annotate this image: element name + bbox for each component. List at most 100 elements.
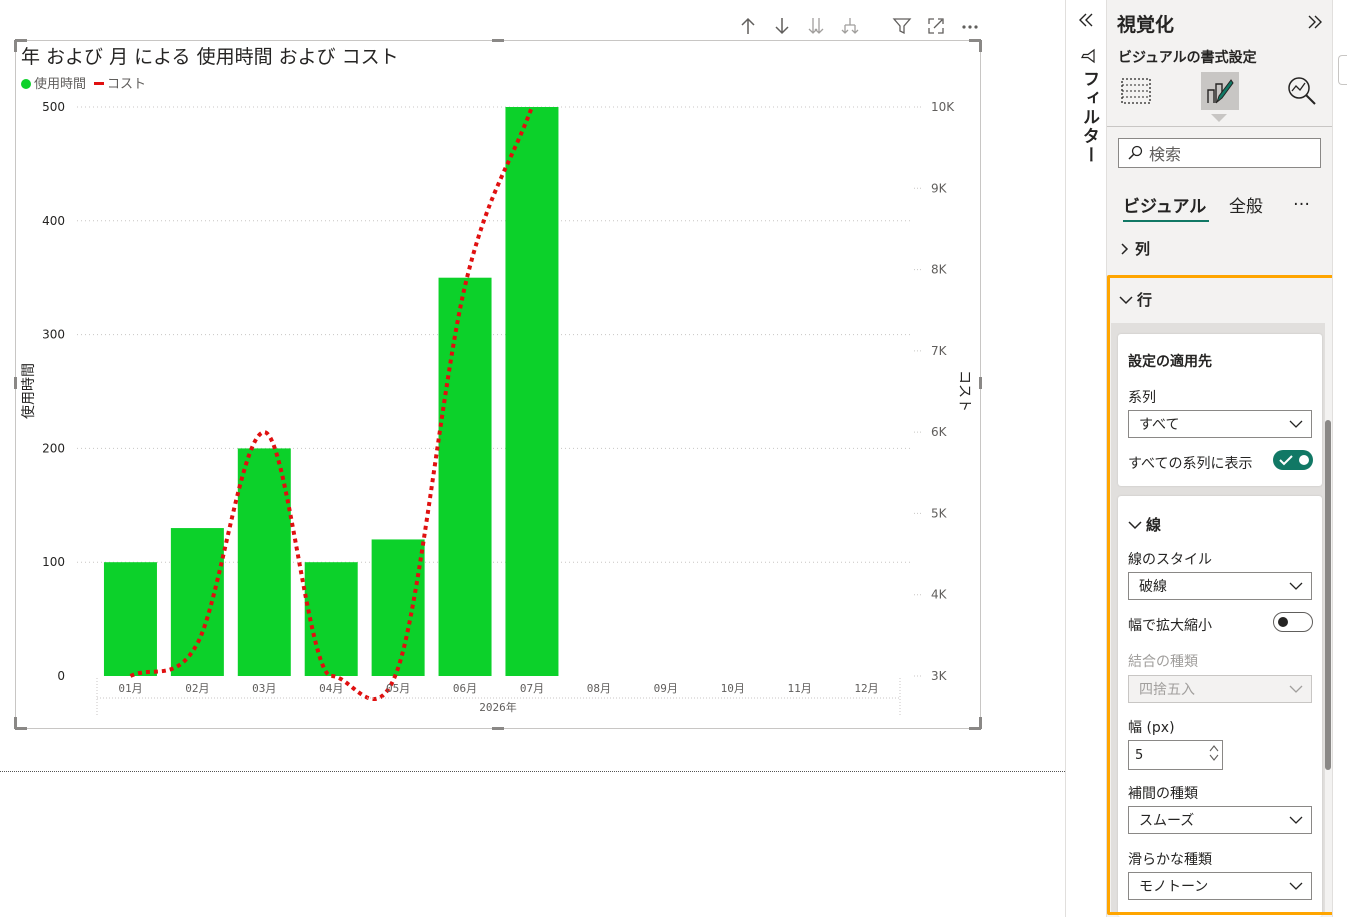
pane-divider [1107, 126, 1333, 127]
card-heading: 設定の適用先 [1128, 354, 1212, 370]
toggle-knob [1278, 617, 1288, 627]
bar[interactable] [237, 448, 291, 676]
search-input[interactable]: 検索 [1118, 138, 1321, 168]
dropdown-value: スムーズ [1139, 813, 1195, 829]
line-style-dropdown[interactable]: 破線 [1128, 572, 1312, 600]
search-icon [1128, 145, 1143, 160]
bar[interactable] [170, 528, 224, 676]
filter-pane-label[interactable]: フィルター [1077, 70, 1102, 165]
selected-indicator [1211, 114, 1227, 122]
more-options-icon[interactable]: … [1293, 190, 1310, 210]
data-pane-tab[interactable] [1338, 55, 1347, 85]
line-style-label: 線のスタイル [1128, 552, 1212, 568]
pane-title: 視覚化 [1117, 14, 1175, 36]
x-tick-label: 07月 [520, 682, 544, 695]
stepper-arrows[interactable] [1209, 744, 1219, 762]
combo-chart: 0 100 200 300 400 500 3K 4K 5K 6K 7K 8K 9K 10K 01月 02… [20, 100, 972, 716]
x-tick-label: 11月 [788, 682, 812, 695]
filter-icon [1080, 48, 1096, 68]
section-label: 行 [1137, 291, 1153, 309]
section-label: 線 [1146, 516, 1162, 534]
width-stepper[interactable]: 5 [1128, 740, 1223, 770]
y2-tick-label: 7K [931, 344, 948, 358]
active-tab-underline [1123, 220, 1209, 222]
x-tick-label: 06月 [453, 682, 477, 695]
section-columns[interactable]: 列 [1119, 238, 1150, 259]
bar[interactable] [371, 539, 425, 676]
show-all-series-toggle[interactable] [1273, 450, 1313, 470]
x-group-label: 2026年 [479, 700, 517, 714]
line-section-header[interactable]: 線 [1128, 514, 1161, 535]
section-label: 列 [1135, 240, 1151, 258]
chevron-down-icon[interactable] [1209, 754, 1219, 762]
show-all-series-label: すべての系列に表示 [1128, 456, 1253, 472]
y-tick-label: 300 [42, 328, 65, 342]
tab-visual[interactable]: ビジュアル [1123, 192, 1206, 217]
x-tick-label: 04月 [319, 682, 343, 695]
chevron-down-icon [1289, 816, 1303, 824]
search-placeholder: 検索 [1149, 145, 1182, 164]
x-tick-label: 01月 [118, 682, 142, 695]
apply-settings-card: 設定の適用先 系列 すべて すべての系列に表示 [1118, 334, 1322, 486]
y-axis-right-title: コスト [956, 370, 972, 412]
filter-pane-collapsed[interactable]: フィルター [1065, 0, 1107, 917]
dropdown-value: モノトーン [1139, 879, 1209, 895]
x-tick-label: 10月 [721, 682, 745, 695]
interpolation-type-label: 補間の種類 [1128, 786, 1198, 802]
scale-with-width-label: 幅で拡大縮小 [1128, 618, 1212, 634]
x-tick-label: 08月 [587, 682, 611, 695]
chevron-down-icon [1289, 420, 1303, 428]
chevron-down-icon [1128, 520, 1142, 529]
dropdown-value: 破線 [1139, 579, 1167, 595]
smooth-type-dropdown[interactable]: モノトーン [1128, 872, 1312, 900]
chevron-down-icon [1289, 582, 1303, 590]
pane-scrollbar[interactable] [1325, 420, 1331, 770]
tab-general[interactable]: 全般 [1229, 192, 1263, 217]
chevron-down-icon [1119, 295, 1133, 304]
join-type-label: 結合の種類 [1128, 654, 1198, 670]
width-px-label: 幅 (px) [1128, 720, 1175, 736]
bar[interactable] [103, 562, 157, 676]
join-type-dropdown[interactable]: 四捨五入 [1128, 675, 1312, 703]
scale-with-width-toggle[interactable] [1273, 612, 1313, 632]
y2-tick-label: 9K [931, 181, 948, 195]
chevron-down-icon [1289, 882, 1303, 890]
series-label: 系列 [1128, 390, 1156, 406]
dropdown-value: 四捨五入 [1139, 682, 1195, 698]
double-chevron-right-icon[interactable] [1305, 12, 1325, 36]
y2-tick-label: 10K [931, 100, 955, 114]
x-tick-label: 09月 [654, 682, 678, 695]
y-tick-label: 400 [42, 214, 65, 228]
interpolation-type-dropdown[interactable]: スムーズ [1128, 806, 1312, 834]
x-tick-label: 02月 [185, 682, 209, 695]
y-tick-label: 0 [57, 669, 65, 683]
bar[interactable] [505, 107, 559, 676]
stepper-value: 5 [1135, 747, 1144, 763]
pane-subtitle: ビジュアルの書式設定 [1118, 50, 1257, 66]
section-rows[interactable]: 行 [1119, 289, 1152, 310]
x-tick-label: 05月 [386, 682, 410, 695]
line-settings-card: 線 線のスタイル 破線 幅で拡大縮小 結合の種類 四捨五入 幅 (px) 5 補… [1118, 496, 1322, 917]
format-visual-icon[interactable] [1201, 72, 1239, 110]
y-tick-label: 500 [42, 100, 65, 114]
checkmark-icon [1279, 455, 1293, 466]
chevron-down-icon [1289, 685, 1303, 693]
chevron-right-icon [1121, 242, 1129, 255]
y2-tick-label: 8K [931, 263, 948, 277]
page-boundary-line [0, 771, 1065, 772]
data-pane-collapsed[interactable] [1332, 0, 1347, 917]
y2-tick-label: 4K [931, 588, 948, 602]
build-visual-icon[interactable] [1117, 72, 1155, 110]
double-chevron-left-icon[interactable] [1076, 10, 1096, 34]
y2-tick-label: 6K [931, 425, 948, 439]
chevron-up-icon[interactable] [1209, 744, 1219, 752]
visualizations-pane: 視覚化 ビジュアルの書式設定 検索 ビジュアル 全般 … 列 行 設定の適用先 … [1106, 0, 1333, 917]
series-dropdown[interactable]: すべて [1128, 410, 1312, 438]
bar[interactable] [304, 562, 358, 676]
y-tick-label: 200 [42, 441, 65, 455]
y-axis-left-title: 使用時間 [20, 363, 37, 419]
y2-tick-label: 5K [931, 506, 948, 520]
analytics-icon[interactable] [1283, 72, 1321, 110]
bar[interactable] [438, 277, 492, 676]
x-tick-label: 12月 [854, 682, 878, 695]
